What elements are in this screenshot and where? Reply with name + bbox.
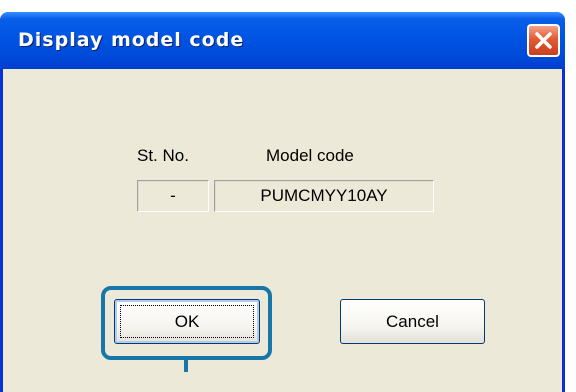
station-number-field: - xyxy=(137,180,209,212)
model-code-header: Model code xyxy=(266,146,354,165)
ok-button-label: OK xyxy=(174,312,200,331)
close-button[interactable] xyxy=(527,24,560,57)
title-bar[interactable]: Display model code xyxy=(0,12,565,69)
station-number-header: St. No. xyxy=(137,146,189,165)
dialog-title: Display model code xyxy=(18,29,245,51)
cancel-button-label: Cancel xyxy=(386,312,439,331)
ok-button[interactable]: OK xyxy=(114,299,260,344)
cancel-button[interactable]: Cancel xyxy=(340,299,485,344)
callout-pointer-line xyxy=(184,360,188,372)
close-icon xyxy=(535,32,552,49)
model-code-field: PUMCMYY10AY xyxy=(214,180,434,212)
